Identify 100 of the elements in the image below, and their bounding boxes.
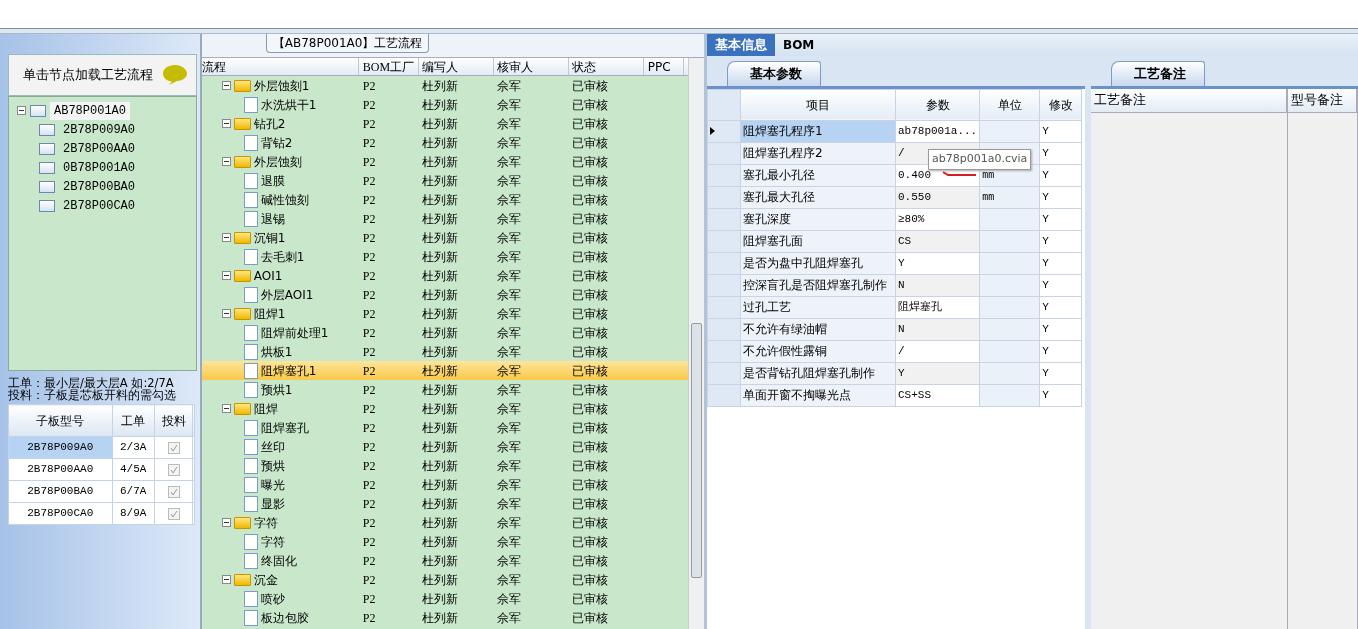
tab[interactable]: 基本信息 bbox=[707, 34, 775, 56]
table-cell[interactable]: 过孔工艺 bbox=[740, 296, 896, 318]
table-cell[interactable]: 塞孔最大孔径 bbox=[740, 186, 896, 208]
tree-row[interactable]: 沉金 P2 杜列新 佘军 已审核 bbox=[201, 570, 688, 589]
column-header[interactable]: 工艺备注 bbox=[1091, 88, 1287, 113]
expander-icon[interactable] bbox=[221, 575, 231, 584]
node-label: 钻孔2 bbox=[253, 115, 286, 133]
checkbox[interactable] bbox=[167, 441, 180, 454]
table-cell[interactable]: 阻焊塞孔面 bbox=[740, 230, 896, 252]
tree-row[interactable]: 预烘 P2 杜列新 佘军 已审核 bbox=[201, 456, 688, 475]
tab[interactable]: 基本参数 bbox=[727, 61, 821, 86]
tree-row[interactable]: 外层蚀刻1 P2 杜列新 佘军 已审核 bbox=[201, 76, 688, 95]
column-header[interactable]: 流程 bbox=[201, 58, 359, 75]
tree-node[interactable]: 2B78P00CA0 bbox=[59, 196, 139, 215]
column-header[interactable]: 型号备注 bbox=[1288, 88, 1357, 113]
tree-row[interactable]: AOI1 P2 杜列新 佘军 已审核 bbox=[201, 266, 688, 285]
tree-row[interactable]: 去毛刺1 P2 杜列新 佘军 已审核 bbox=[201, 247, 688, 266]
expander-icon[interactable] bbox=[17, 106, 26, 115]
tree-row[interactable]: 字符 P2 杜列新 佘军 已审核 bbox=[201, 532, 688, 551]
tree-node[interactable]: 0B78P001A0 bbox=[59, 158, 139, 177]
table-cell[interactable]: 控深盲孔是否阻焊塞孔制作 bbox=[740, 274, 896, 296]
document-icon bbox=[243, 381, 258, 398]
tree-row[interactable]: 阻焊前处理1 P2 杜列新 佘军 已审核 bbox=[201, 323, 688, 342]
table-cell[interactable]: 2B78P00BA0 bbox=[8, 480, 112, 503]
scrollbar[interactable] bbox=[688, 58, 704, 629]
tree-row[interactable]: 退锡 P2 杜列新 佘军 已审核 bbox=[201, 209, 688, 228]
tree-node[interactable]: 2B78P009A0 bbox=[59, 120, 139, 139]
expander-icon[interactable] bbox=[221, 119, 231, 128]
folder-icon bbox=[233, 516, 251, 529]
column-header[interactable]: 单位 bbox=[979, 89, 1040, 120]
expander-icon[interactable] bbox=[221, 157, 231, 166]
table-cell-text: 佘军 bbox=[495, 590, 522, 608]
tree-row[interactable]: 外层蚀刻 P2 杜列新 佘军 已审核 bbox=[201, 152, 688, 171]
table-cell[interactable]: 2B78P009A0 bbox=[8, 436, 112, 459]
tree-row[interactable]: 预烘1 P2 杜列新 佘军 已审核 bbox=[201, 380, 688, 399]
table-cell[interactable]: 塞孔最小孔径 bbox=[740, 164, 896, 186]
tree-node[interactable]: 2B78P00BA0 bbox=[59, 177, 139, 196]
table-cell[interactable]: 2B78P00AA0 bbox=[8, 458, 112, 481]
column-header[interactable]: 状态 bbox=[568, 58, 644, 75]
column-header[interactable]: 项目 bbox=[740, 89, 896, 120]
column-header[interactable]: 参数 bbox=[895, 89, 980, 120]
table-cell[interactable]: 阻焊塞孔程序2 bbox=[740, 142, 896, 164]
tree-row[interactable]: 喷砂 P2 杜列新 佘军 已审核 bbox=[201, 589, 688, 608]
expander-icon[interactable] bbox=[221, 309, 231, 318]
checkbox[interactable] bbox=[167, 507, 180, 520]
tree-row[interactable]: 曝光 P2 杜列新 佘军 已审核 bbox=[201, 475, 688, 494]
tree-row[interactable]: 字符 P2 杜列新 佘军 已审核 bbox=[201, 513, 688, 532]
tree-row[interactable]: 沉铜1 P2 杜列新 佘军 已审核 bbox=[201, 228, 688, 247]
column-header[interactable]: 核审人 bbox=[493, 58, 569, 75]
table-cell-text: 杜列新 bbox=[420, 267, 459, 285]
tab[interactable]: 工艺备注 bbox=[1111, 61, 1205, 86]
tree-row[interactable]: 背钻2 P2 杜列新 佘军 已审核 bbox=[201, 133, 688, 152]
checkbox[interactable] bbox=[167, 463, 180, 476]
tree-node[interactable]: AB78P001A0 bbox=[50, 101, 130, 120]
expander-icon[interactable] bbox=[221, 81, 231, 90]
table-cell-text: P2 bbox=[361, 400, 377, 418]
checkbox[interactable] bbox=[167, 485, 180, 498]
expander-icon[interactable] bbox=[221, 271, 231, 280]
table-cell-text: 杜列新 bbox=[420, 457, 459, 475]
table-cell-text: 杜列新 bbox=[420, 286, 459, 304]
tree-row[interactable]: 阻焊塞孔1 P2 杜列新 佘军 已审核 bbox=[201, 361, 688, 380]
tab[interactable]: BOM bbox=[775, 34, 823, 56]
tree-row[interactable]: 阻焊1 P2 杜列新 佘军 已审核 bbox=[201, 304, 688, 323]
tree-row[interactable]: 退膜 P2 杜列新 佘军 已审核 bbox=[201, 171, 688, 190]
tree-row[interactable]: 碱性蚀刻 P2 杜列新 佘军 已审核 bbox=[201, 190, 688, 209]
table-cell[interactable]: 阻焊塞孔程序1 bbox=[740, 120, 896, 142]
table-cell-text: 已审核 bbox=[570, 438, 609, 456]
table-cell[interactable]: 不允许有绿油帽 bbox=[740, 318, 896, 340]
table-cell-text: P2 bbox=[361, 172, 377, 190]
tree-row[interactable]: 阻焊 P2 杜列新 佘军 已审核 bbox=[201, 399, 688, 418]
expander-icon[interactable] bbox=[221, 518, 231, 527]
tree-row[interactable]: 烘板1 P2 杜列新 佘军 已审核 bbox=[201, 342, 688, 361]
table-cell[interactable]: 单面开窗不掏曝光点 bbox=[740, 384, 896, 406]
column-header[interactable]: 修改 bbox=[1039, 89, 1082, 120]
table-cell-text: P2 bbox=[361, 495, 377, 513]
tree-row[interactable]: 钻孔2 P2 杜列新 佘军 已审核 bbox=[201, 114, 688, 133]
tree-row[interactable]: 板边包胶 P2 杜列新 佘军 已审核 bbox=[201, 608, 688, 627]
column-header[interactable]: 工单 bbox=[112, 404, 155, 437]
expander-icon[interactable] bbox=[221, 404, 231, 413]
tree-row[interactable]: 阻焊塞孔 P2 杜列新 佘军 已审核 bbox=[201, 418, 688, 437]
tree-row[interactable]: 终固化 P2 杜列新 佘军 已审核 bbox=[201, 551, 688, 570]
column-header[interactable]: PPC bbox=[643, 58, 684, 75]
table-cell[interactable]: 塞孔深度 bbox=[740, 208, 896, 230]
table-cell-text: 杜列新 bbox=[420, 115, 459, 133]
column-header[interactable]: 编写人 bbox=[418, 58, 494, 75]
table-cell[interactable]: 是否为盘中孔阻焊塞孔 bbox=[740, 252, 896, 274]
table-cell[interactable]: 2B78P00CA0 bbox=[8, 502, 112, 525]
tree-row[interactable]: 水洗烘干1 P2 杜列新 佘军 已审核 bbox=[201, 95, 688, 114]
tree-node[interactable]: 2B78P00AA0 bbox=[59, 139, 139, 158]
column-header[interactable]: 投料 bbox=[154, 404, 193, 437]
expander-icon[interactable] bbox=[221, 233, 231, 242]
tree-row[interactable]: 丝印 P2 杜列新 佘军 已审核 bbox=[201, 437, 688, 456]
tree-row[interactable]: 外层AOI1 P2 杜列新 佘军 已审核 bbox=[201, 285, 688, 304]
table-cell[interactable]: 是否背钻孔阻焊塞孔制作 bbox=[740, 362, 896, 384]
table-cell[interactable]: 不允许假性露铜 bbox=[740, 340, 896, 362]
tooltip: ab78p001a0.cvia bbox=[928, 149, 1032, 170]
document-icon bbox=[243, 476, 258, 493]
column-header[interactable]: 子板型号 bbox=[8, 404, 112, 437]
tree-row[interactable]: 显影 P2 杜列新 佘军 已审核 bbox=[201, 494, 688, 513]
column-header[interactable]: BOM工厂 bbox=[358, 58, 419, 75]
